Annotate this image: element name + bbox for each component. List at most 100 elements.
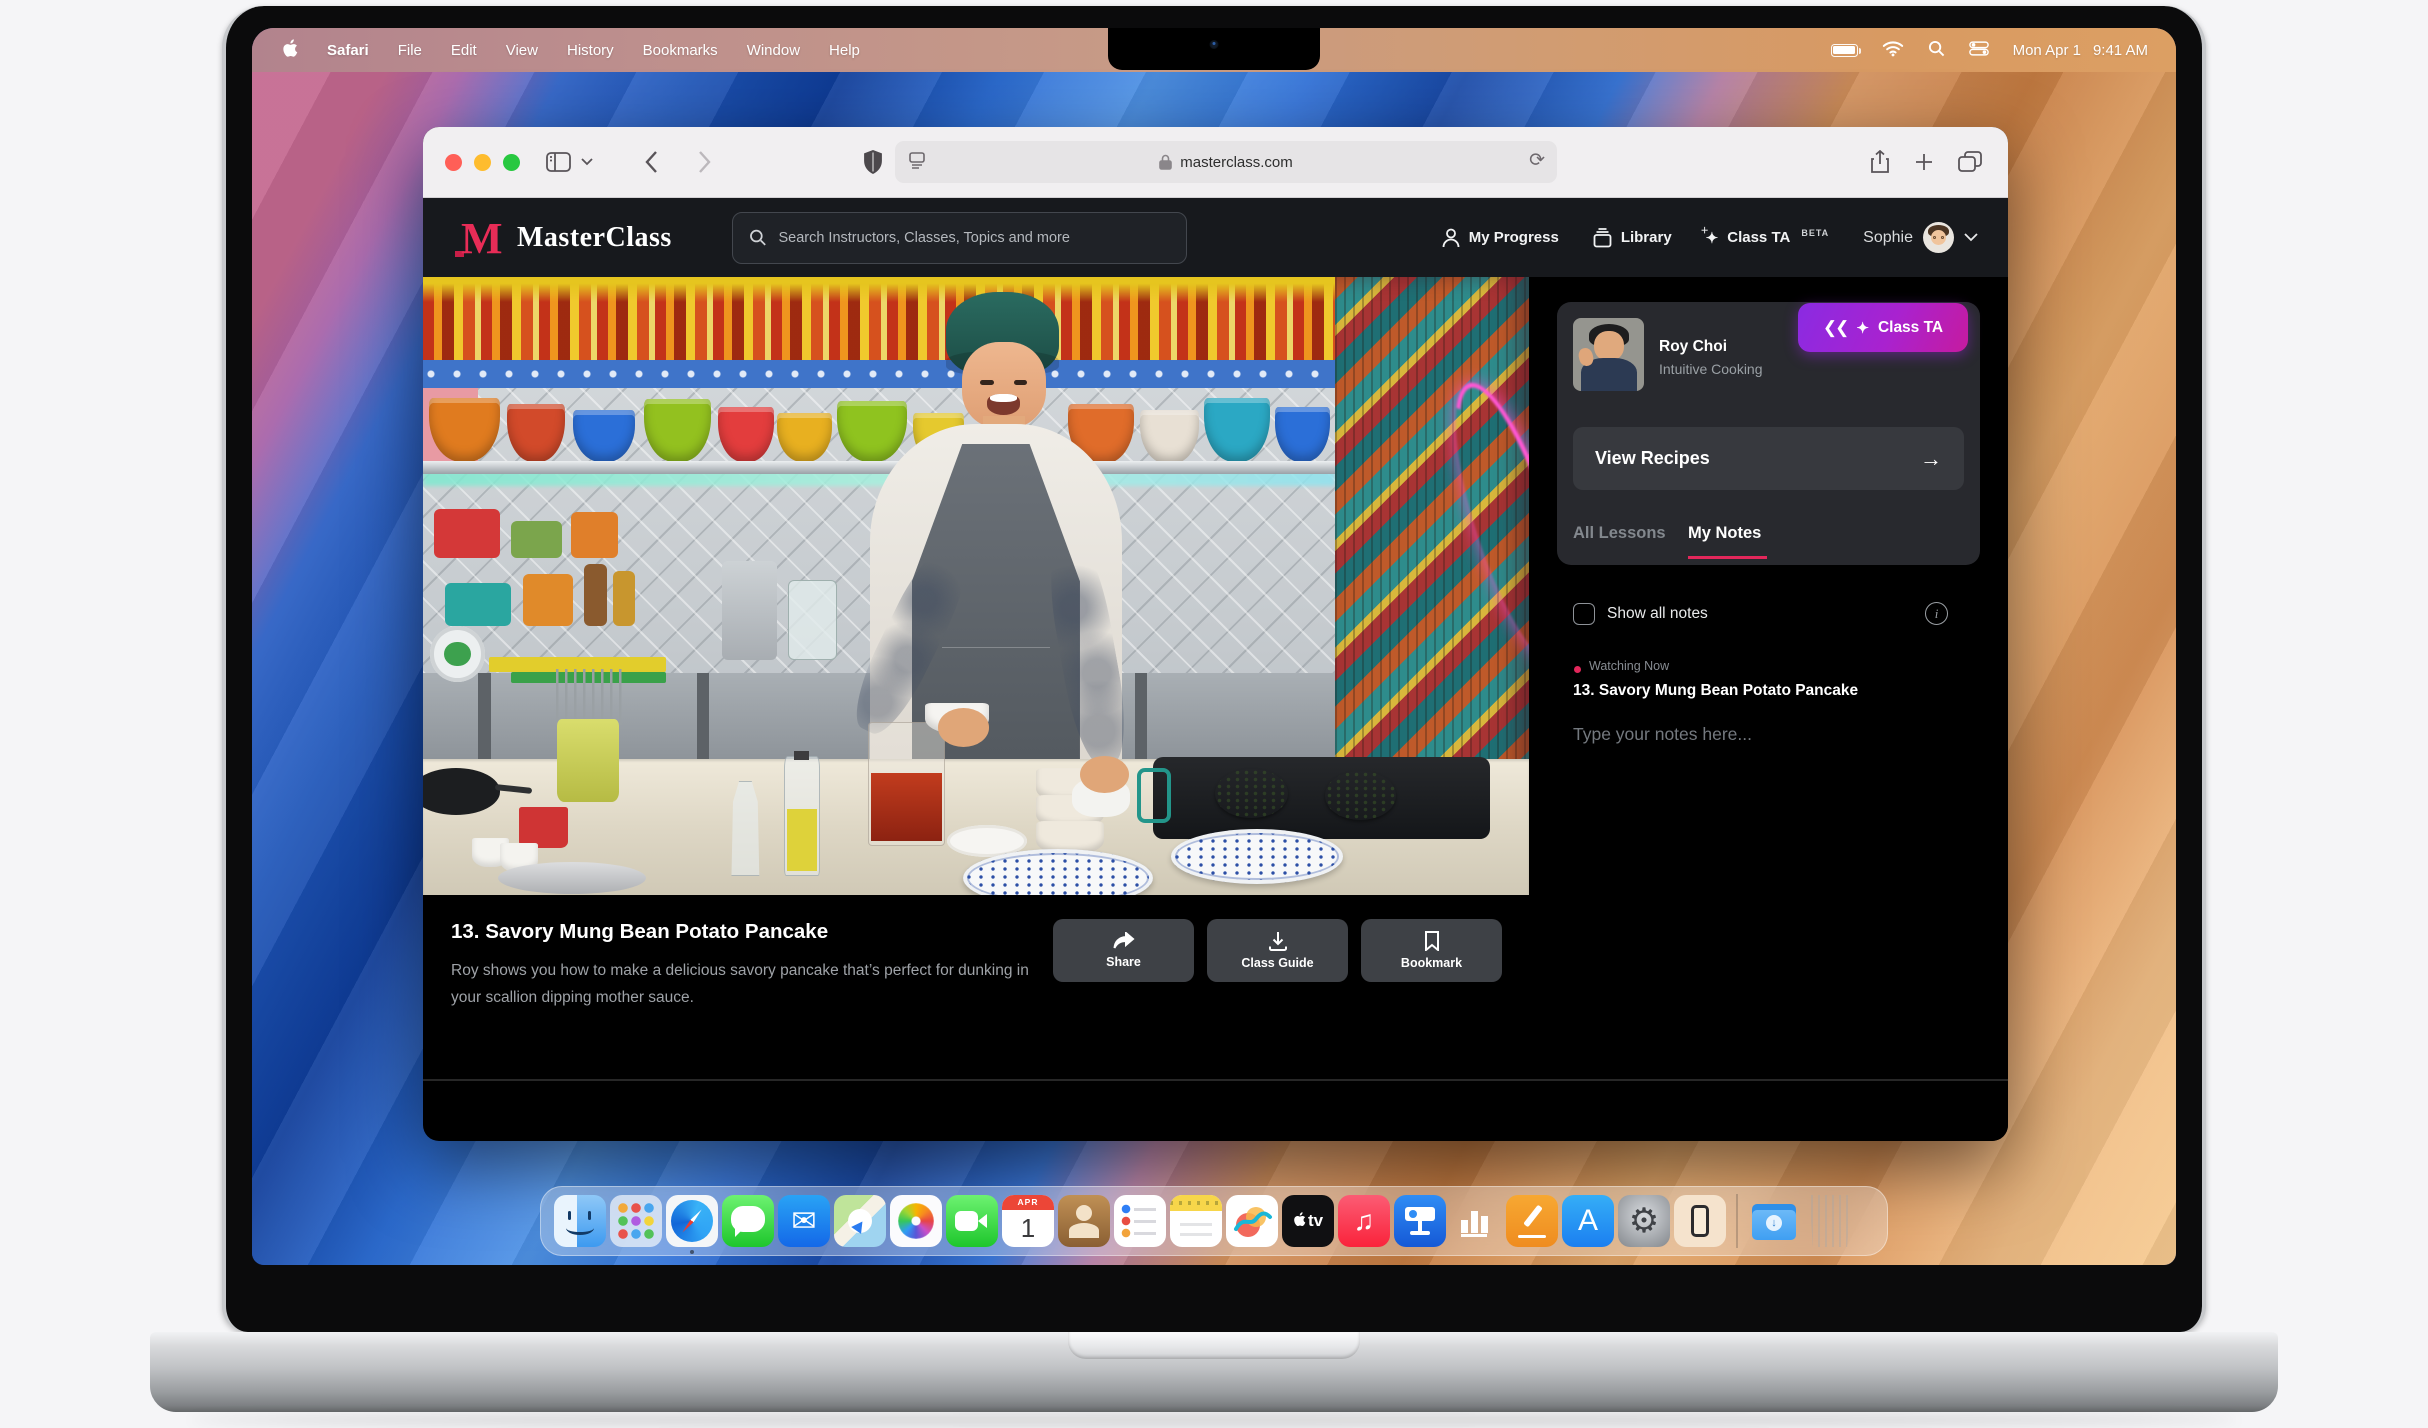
site-search[interactable] <box>732 212 1187 264</box>
masterclass-wordmark[interactable]: MasterClass <box>517 222 672 254</box>
dock-notes-icon[interactable] <box>1170 1195 1222 1247</box>
spotlight-search-icon[interactable] <box>1928 40 1945 61</box>
minimize-window-button[interactable] <box>474 154 491 171</box>
dock-launchpad-icon[interactable] <box>610 1195 662 1247</box>
display-notch <box>1108 28 1320 70</box>
dock-safari-icon[interactable] <box>666 1195 718 1247</box>
macbook-frame: Safari File Edit View History Bookmarks … <box>222 6 2206 1332</box>
dock-reminders-icon[interactable] <box>1114 1195 1166 1247</box>
nav-my-progress[interactable]: My Progress <box>1442 228 1559 248</box>
class-guide-button[interactable]: Class Guide <box>1207 919 1348 982</box>
address-bar[interactable]: masterclass.com ⟳ <box>895 141 1557 183</box>
menu-help[interactable]: Help <box>829 42 860 59</box>
video-player[interactable] <box>423 277 1529 895</box>
kitchen-decor <box>523 574 574 627</box>
lesson-description: Roy shows you how to make a delicious sa… <box>451 957 1031 1011</box>
dock-finder-icon[interactable] <box>554 1195 606 1247</box>
dock-divider <box>1736 1194 1738 1248</box>
info-icon[interactable]: i <box>1925 602 1948 625</box>
bookmark-lesson-button[interactable]: Bookmark <box>1361 919 1502 982</box>
menu-view[interactable]: View <box>506 42 538 59</box>
dock-photos-icon[interactable] <box>890 1195 942 1247</box>
dock-keynote-icon[interactable] <box>1394 1195 1446 1247</box>
tab-my-notes[interactable]: My Notes <box>1688 524 1761 543</box>
menu-bar-clock[interactable]: Mon Apr 19:41 AM <box>2013 42 2148 59</box>
privacy-shield-icon[interactable] <box>863 150 883 174</box>
control-center-icon[interactable] <box>1969 41 1989 60</box>
show-all-notes-label: Show all notes <box>1607 605 1708 623</box>
collapse-chevrons-icon: ❮❮ <box>1823 318 1848 338</box>
dock-apple-tv-icon[interactable]: tv <box>1282 1195 1334 1247</box>
watching-now-label: Watching Now <box>1589 659 1669 673</box>
instructor-panel: Roy Choi Intuitive Cooking ❮❮ ✦ Class TA… <box>1557 302 1980 565</box>
menu-edit[interactable]: Edit <box>451 42 477 59</box>
watching-now-dot <box>1574 666 1581 673</box>
kitchen-decor <box>722 561 777 660</box>
dock-pages-icon[interactable] <box>1506 1195 1558 1247</box>
apple-menu-icon[interactable] <box>282 39 298 62</box>
dock-numbers-icon[interactable] <box>1450 1195 1502 1247</box>
notes-input[interactable]: Type your notes here... <box>1573 724 1752 745</box>
share-button[interactable] <box>1870 150 1890 174</box>
view-recipes-button[interactable]: View Recipes → <box>1573 427 1964 490</box>
menu-history[interactable]: History <box>567 42 614 59</box>
dock-music-icon[interactable]: ♫ <box>1338 1195 1390 1247</box>
course-name: Intuitive Cooking <box>1659 361 1763 377</box>
dock-trash-icon[interactable] <box>1804 1195 1856 1247</box>
chili-oil-jar <box>868 722 945 846</box>
sidebar-toggle-button[interactable] <box>546 152 571 172</box>
kitchen-decor <box>788 580 837 660</box>
library-icon <box>1593 228 1612 248</box>
oil-bottle <box>784 756 820 877</box>
dock-freeform-icon[interactable] <box>1226 1195 1278 1247</box>
share-lesson-button[interactable]: Share <box>1053 919 1194 982</box>
dock-facetime-icon[interactable] <box>946 1195 998 1247</box>
dock-maps-icon[interactable] <box>834 1195 886 1247</box>
nav-class-ta[interactable]: ✦＋ Class TA BETA <box>1706 229 1830 247</box>
back-button[interactable] <box>645 151 658 173</box>
sparkle-icon: ✦ <box>1856 319 1869 337</box>
kitchen-decor <box>511 521 562 558</box>
kitchen-decor <box>571 512 617 558</box>
show-all-notes-checkbox[interactable] <box>1573 603 1595 625</box>
safari-window: masterclass.com ⟳ <box>423 127 2008 1141</box>
account-menu[interactable]: Sophie <box>1863 222 1978 253</box>
nav-library[interactable]: Library <box>1593 228 1672 248</box>
dock-calendar-icon[interactable]: APR 1 <box>1002 1195 1054 1247</box>
reload-button[interactable]: ⟳ <box>1529 149 1545 172</box>
search-input[interactable] <box>778 230 1169 246</box>
zoom-window-button[interactable] <box>503 154 520 171</box>
sidebar-chevron-icon[interactable] <box>581 158 593 166</box>
dock-iphone-mirroring-icon[interactable] <box>1674 1195 1726 1247</box>
tab-overview-button[interactable] <box>1958 151 1982 173</box>
forward-button[interactable] <box>698 151 711 173</box>
apple-glyph <box>1293 1212 1306 1230</box>
masterclass-logo-icon[interactable]: M <box>453 215 505 261</box>
lock-icon <box>1159 154 1172 170</box>
tab-all-lessons[interactable]: All Lessons <box>1573 524 1666 543</box>
battery-icon[interactable] <box>1831 44 1858 57</box>
dock-mail-icon[interactable]: ✉ <box>778 1195 830 1247</box>
menu-window[interactable]: Window <box>747 42 800 59</box>
reader-view-icon[interactable] <box>906 150 928 176</box>
dock-contacts-icon[interactable] <box>1058 1195 1110 1247</box>
bookmark-icon <box>1424 931 1440 951</box>
kitchen-decor <box>444 642 471 667</box>
class-ta-button[interactable]: ❮❮ ✦ Class TA <box>1798 303 1968 352</box>
kitchen-decor <box>445 583 511 626</box>
dock-downloads-icon[interactable]: ↓ <box>1748 1195 1800 1247</box>
user-avatar[interactable] <box>1923 222 1954 253</box>
close-window-button[interactable] <box>445 154 462 171</box>
macbook-shadow <box>190 1414 2238 1426</box>
wifi-icon[interactable] <box>1882 40 1904 61</box>
dock-app-store-icon[interactable]: A <box>1562 1195 1614 1247</box>
new-tab-button[interactable] <box>1914 152 1934 172</box>
menu-safari[interactable]: Safari <box>327 42 369 59</box>
menu-file[interactable]: File <box>398 42 422 59</box>
menu-bookmarks[interactable]: Bookmarks <box>643 42 718 59</box>
dock-messages-icon[interactable] <box>722 1195 774 1247</box>
dock-system-settings-icon[interactable]: ⚙ <box>1618 1195 1670 1247</box>
griddle <box>1153 757 1490 840</box>
chevron-down-icon[interactable] <box>1964 229 1978 246</box>
safari-toolbar: masterclass.com ⟳ <box>423 127 2008 198</box>
